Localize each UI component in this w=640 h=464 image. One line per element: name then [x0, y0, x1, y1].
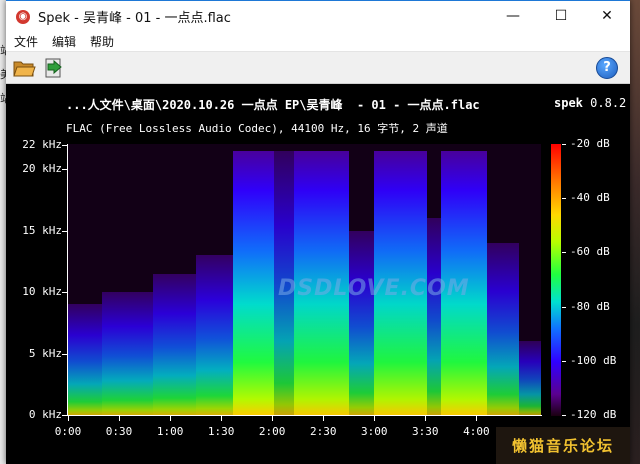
colorbar-tick [562, 360, 566, 362]
db-colorbar [551, 144, 561, 416]
title-bar[interactable]: ◉ Spek - 吴青峰 - 01 - 一点点.flac — ☐ ✕ [6, 0, 630, 32]
watermark: DSDLOVE.COM [278, 276, 470, 301]
app-version-label: spek 0.8.2 [554, 96, 626, 110]
close-icon: ✕ [601, 8, 613, 24]
x-tick-label: 4:00 [463, 425, 490, 438]
spectrogram-segment [486, 242, 519, 415]
y-tick-label: 15 kHz [22, 223, 62, 237]
spectrogram-segment [153, 273, 196, 415]
y-tick [62, 292, 67, 294]
colorbar-tick [562, 144, 566, 145]
y-tick-label: 22 kHz [22, 137, 62, 151]
maximize-button[interactable]: ☐ [538, 1, 584, 31]
x-tick [119, 416, 121, 421]
save-arrow-icon [45, 58, 62, 78]
x-tick-label: 2:30 [309, 425, 337, 438]
toolbar: ? [6, 52, 630, 84]
spectrogram-panel: ...人文件\桌面\2020.10.26 一点点 EP\吴青峰 - 01 - 一… [6, 84, 630, 464]
colorbar-label: -80 dB [570, 299, 610, 313]
app-name: spek [554, 96, 583, 110]
colorbar-label: -60 dB [570, 245, 610, 259]
y-tick [62, 169, 67, 171]
minimize-button[interactable]: — [490, 1, 536, 31]
x-tick [170, 416, 172, 421]
x-tick-label: 1:30 [207, 425, 235, 438]
y-tick-label: 0 kHz [28, 408, 62, 421]
app-version: 0.8.2 [590, 96, 627, 110]
y-tick [62, 353, 67, 355]
y-tick [62, 415, 67, 416]
menu-bar: 文件 编辑 帮助 [6, 31, 630, 52]
help-button[interactable]: ? [596, 57, 618, 79]
x-tick [374, 416, 376, 421]
x-tick [68, 416, 69, 421]
x-tick-label: 3:00 [361, 425, 388, 438]
forum-badge: 懒猫音乐论坛 [496, 427, 630, 464]
help-icon: ? [603, 60, 611, 75]
y-tick-label: 10 kHz [22, 285, 62, 299]
maximize-icon: ☐ [554, 8, 568, 24]
x-tick [476, 416, 478, 421]
spectrogram-segment [518, 341, 541, 415]
x-axis-line [67, 415, 542, 416]
x-tick [323, 416, 325, 421]
x-tick [272, 416, 274, 421]
spectrogram-segment [102, 292, 154, 415]
y-tick-label: 20 kHz [22, 162, 62, 176]
spectrogram-segment [68, 304, 103, 415]
desktop-background-right [630, 0, 640, 464]
y-tick-label: 5 kHz [28, 346, 62, 360]
colorbar-tick [562, 198, 566, 200]
x-tick-label: 1:00 [156, 425, 184, 438]
colorbar-tick [562, 415, 566, 416]
audio-info-line: FLAC (Free Lossless Audio Codec), 44100 … [66, 122, 448, 135]
file-path-header: ...人文件\桌面\2020.10.26 一点点 EP\吴青峰 - 01 - 一… [66, 98, 480, 112]
menu-file[interactable]: 文件 [8, 33, 44, 50]
close-button[interactable]: ✕ [584, 1, 630, 31]
spek-window: ◉ Spek - 吴青峰 - 01 - 一点点.flac — ☐ ✕ 文件 编辑… [6, 0, 630, 464]
spectrogram-segment [348, 230, 375, 415]
y-tick [62, 144, 67, 146]
colorbar-tick [562, 252, 566, 254]
menu-help[interactable]: 帮助 [84, 33, 120, 50]
spek-app-icon: ◉ [16, 9, 30, 24]
x-tick-label: 0:30 [105, 425, 133, 438]
x-tick-label: 0:00 [54, 425, 82, 438]
x-tick-label: 2:00 [258, 425, 286, 438]
y-axis-line [67, 144, 68, 416]
x-tick-label: 3:30 [412, 425, 439, 438]
open-file-button[interactable] [12, 56, 36, 80]
colorbar-label: -20 dB [570, 137, 610, 150]
colorbar-tick [562, 306, 566, 308]
spectrogram-image: DSDLOVE.COM [68, 144, 541, 415]
colorbar-label: -120 dB [570, 408, 617, 421]
spectrogram-segment [195, 255, 234, 415]
window-title: Spek - 吴青峰 - 01 - 一点点.flac [38, 11, 231, 26]
spectrogram-segment [427, 218, 441, 415]
colorbar-label: -40 dB [570, 191, 610, 205]
y-tick [62, 230, 67, 232]
colorbar-label: -100 dB [570, 353, 617, 367]
spectrogram-segment [233, 150, 274, 415]
minimize-icon: — [506, 8, 520, 24]
save-image-button[interactable] [42, 56, 66, 80]
x-tick [425, 416, 427, 421]
folder-open-icon [13, 61, 36, 77]
x-tick [221, 416, 223, 421]
menu-edit[interactable]: 编辑 [46, 33, 82, 50]
